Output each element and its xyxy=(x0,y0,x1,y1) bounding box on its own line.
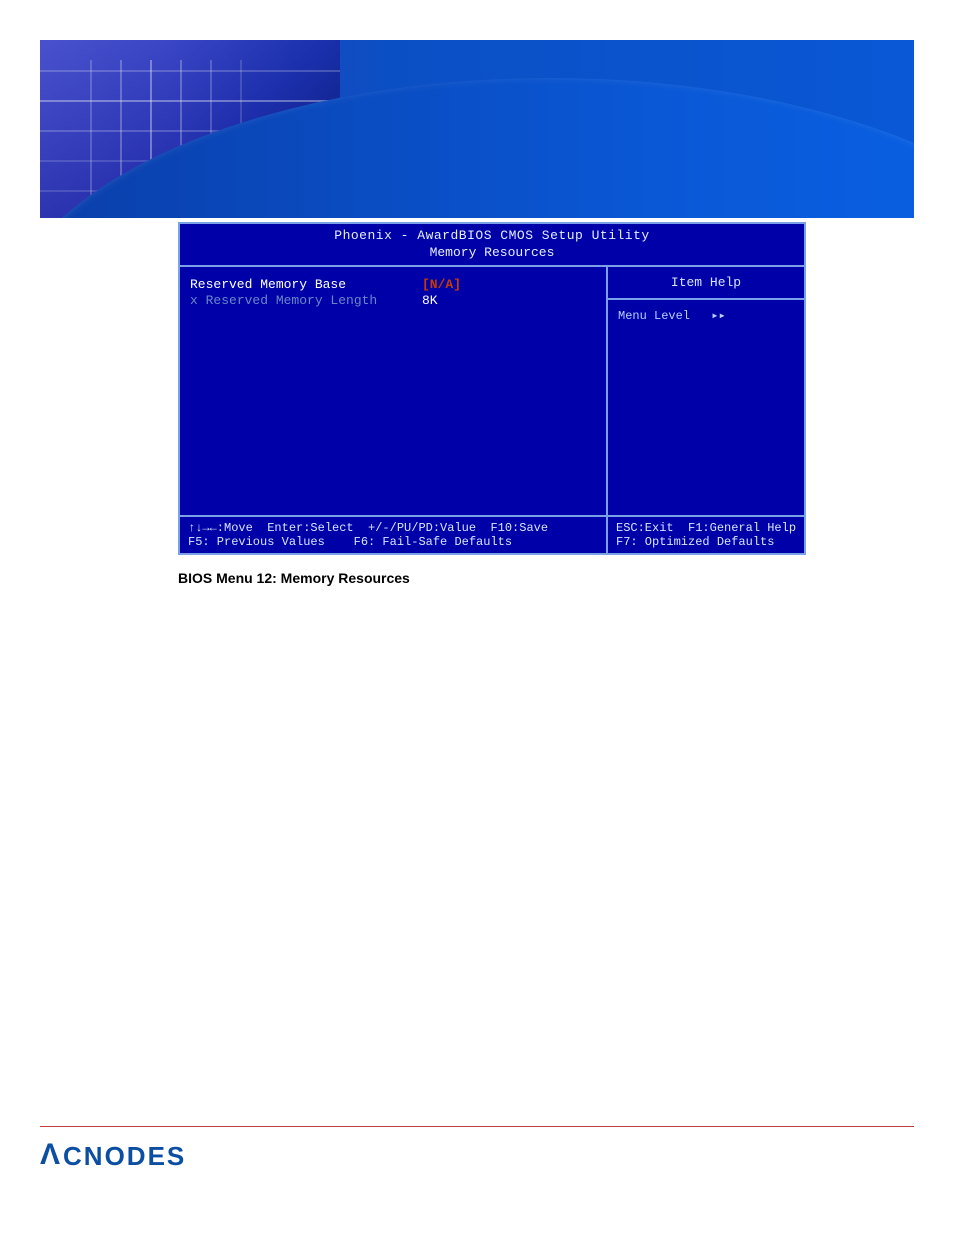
brand-logo-text: CNODES xyxy=(63,1141,186,1172)
bios-footer-right: ESC:Exit F1:General Help F7: Optimized D… xyxy=(608,517,804,553)
bios-item-value: 8K xyxy=(422,293,438,309)
brand-logo-icon: Λ xyxy=(40,1138,62,1172)
bios-footer-line: F5: Previous Values F6: Fail-Safe Defaul… xyxy=(188,535,512,549)
bios-item-reserved-memory-base[interactable]: Reserved Memory Base [N/A] xyxy=(190,277,596,293)
bios-right-pane: Item Help Menu Level ▸▸ xyxy=(608,267,804,515)
bios-footer-line: F7: Optimized Defaults xyxy=(616,535,774,549)
bios-title: Phoenix - AwardBIOS CMOS Setup Utility xyxy=(180,224,804,245)
bios-item-label: Reserved Memory Base xyxy=(190,277,410,293)
bios-subtitle: Memory Resources xyxy=(180,245,804,265)
bios-footer-line: ESC:Exit F1:General Help xyxy=(616,521,796,535)
footer-divider xyxy=(40,1126,914,1127)
bios-menu-level: Menu Level ▸▸ xyxy=(608,300,804,331)
bios-item-value: [N/A] xyxy=(422,277,461,293)
bios-left-pane: Reserved Memory Base [N/A] Reserved Memo… xyxy=(180,267,608,515)
figure-caption: BIOS Menu 12: Memory Resources xyxy=(178,570,410,586)
brand-logo: ΛCNODES xyxy=(40,1139,186,1173)
header-banner xyxy=(40,40,914,218)
bios-menu-level-label: Menu Level xyxy=(618,309,690,323)
bios-item-label: Reserved Memory Length xyxy=(190,293,410,309)
bios-screenshot: Phoenix - AwardBIOS CMOS Setup Utility M… xyxy=(178,222,806,555)
bios-footer-line: ↑↓→←:Move Enter:Select +/-/PU/PD:Value F… xyxy=(188,521,548,535)
bios-footer-left: ↑↓→←:Move Enter:Select +/-/PU/PD:Value F… xyxy=(180,517,608,553)
bios-footer: ↑↓→←:Move Enter:Select +/-/PU/PD:Value F… xyxy=(180,517,804,553)
bios-item-reserved-memory-length: Reserved Memory Length 8K xyxy=(190,293,596,309)
bios-body: Reserved Memory Base [N/A] Reserved Memo… xyxy=(180,265,804,517)
chevron-right-icon: ▸▸ xyxy=(711,309,725,323)
bios-screen: Phoenix - AwardBIOS CMOS Setup Utility M… xyxy=(178,222,806,555)
bios-item-help-heading: Item Help xyxy=(608,267,804,300)
